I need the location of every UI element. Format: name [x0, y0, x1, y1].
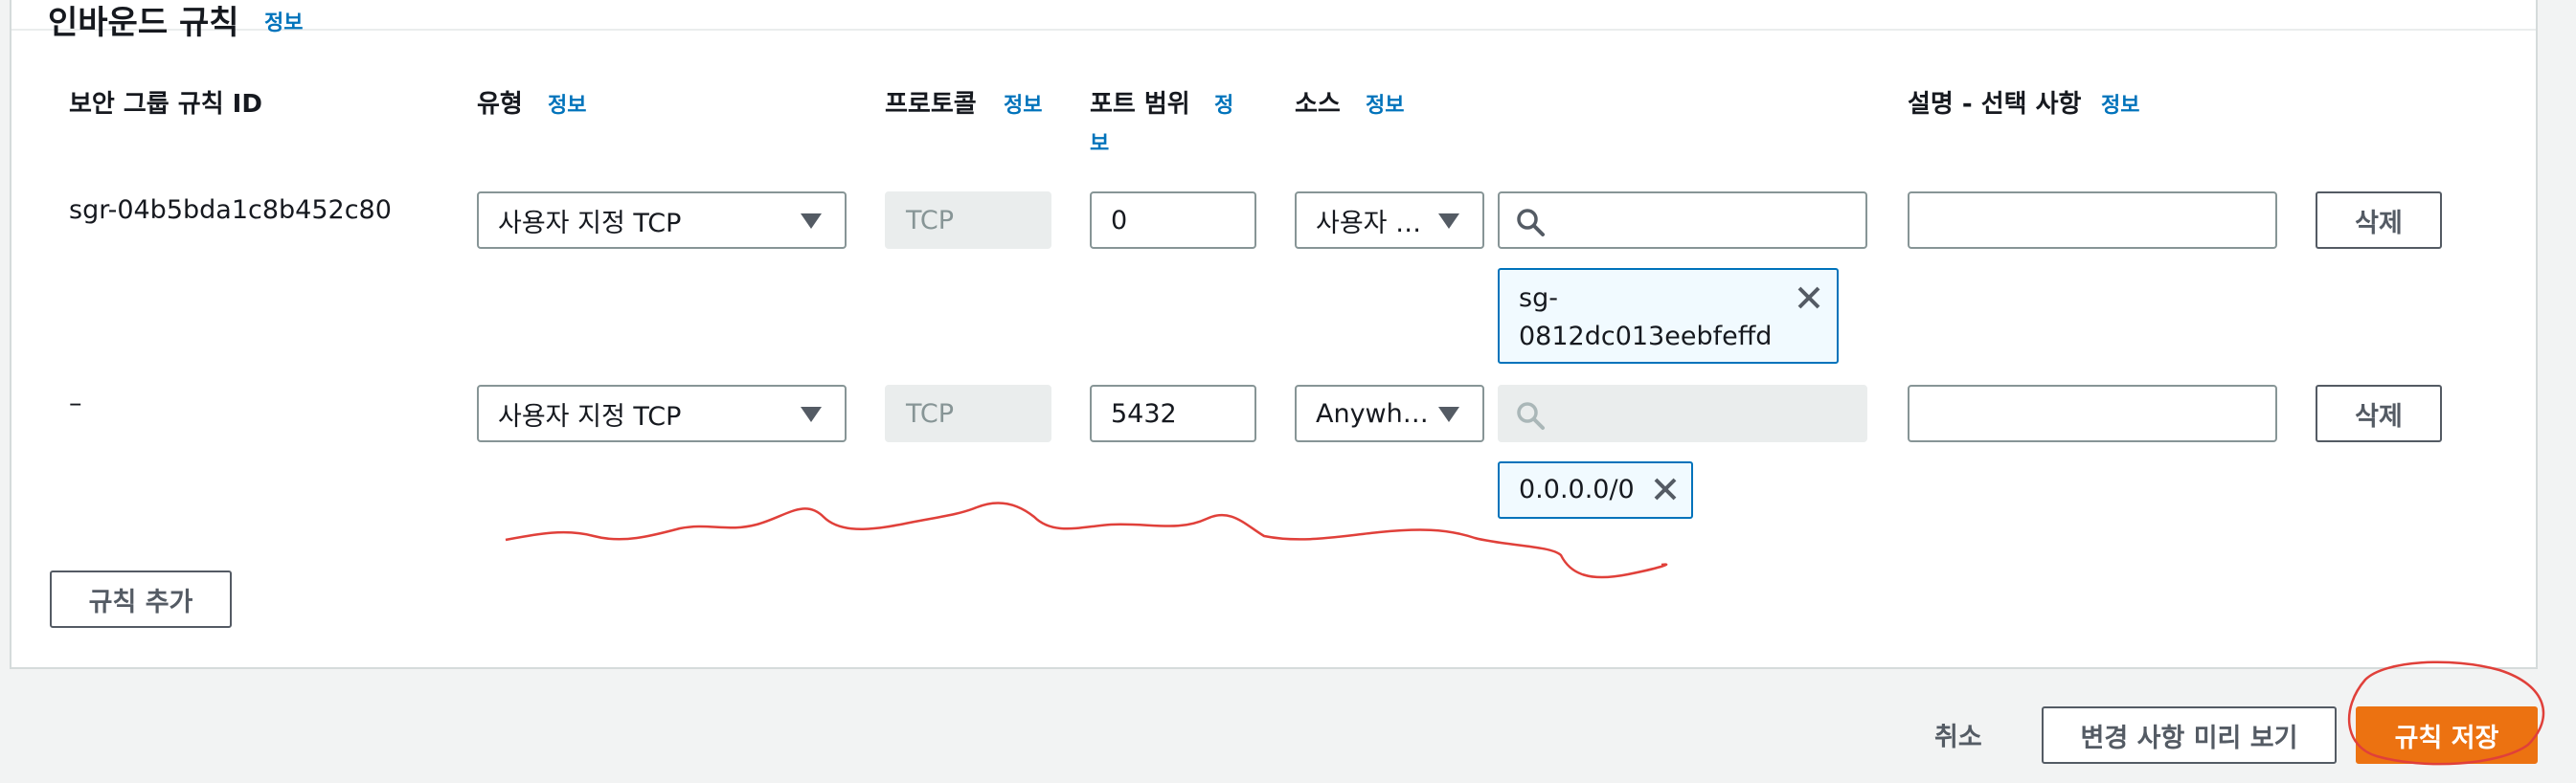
protocol-field: TCP: [885, 191, 1051, 249]
cancel-button[interactable]: 취소: [1934, 716, 1982, 753]
source-type-select[interactable]: Anywh…: [1295, 385, 1484, 442]
source-search-input: [1498, 385, 1867, 442]
protocol-field: TCP: [885, 385, 1051, 442]
rule-id: –: [69, 389, 82, 418]
inbound-rules-panel: 인바운드 규칙 정보 보안 그룹 규칙 ID 유형 정보 프로토콜 정보 포트 …: [10, 0, 2538, 669]
description-input[interactable]: [1908, 385, 2277, 442]
type-select-value: 사용자 지정 TCP: [498, 208, 682, 238]
remove-token-icon[interactable]: [1795, 283, 1823, 312]
preview-changes-button[interactable]: 변경 사항 미리 보기: [2042, 706, 2337, 764]
port-range-input[interactable]: 0: [1090, 191, 1256, 249]
col-port-info-link-2[interactable]: 보: [1090, 126, 1109, 157]
add-rule-button[interactable]: 규칙 추가: [50, 570, 232, 628]
port-range-value: 5432: [1111, 398, 1177, 429]
section-title: 인바운드 규칙: [48, 4, 239, 42]
caret-down-icon: [801, 407, 822, 422]
delete-rule-button[interactable]: 삭제: [2316, 385, 2442, 442]
delete-rule-button[interactable]: 삭제: [2316, 191, 2442, 249]
col-description: 설명 - 선택 사항: [1908, 90, 2082, 119]
col-source-info-link[interactable]: 정보: [1366, 88, 1404, 119]
rule-id: sgr-04b5bda1c8b452c80: [69, 195, 392, 225]
caret-down-icon: [1438, 407, 1459, 422]
token-text-line1: sg-: [1519, 283, 1558, 313]
save-rules-button[interactable]: 규칙 저장: [2356, 706, 2538, 764]
col-rule-id: 보안 그룹 규칙 ID: [69, 90, 262, 119]
type-select-value: 사용자 지정 TCP: [498, 401, 682, 432]
section-info-link[interactable]: 정보: [264, 6, 303, 36]
col-type: 유형: [477, 90, 523, 119]
caret-down-icon: [801, 213, 822, 229]
col-protocol: 프로토콜: [885, 90, 977, 119]
token-text-line2: 0812dc013eebfeffd: [1519, 322, 1773, 351]
source-type-value: Anywh…: [1316, 398, 1429, 429]
description-input[interactable]: [1908, 191, 2277, 249]
port-range-input[interactable]: 5432: [1090, 385, 1256, 442]
col-protocol-info-link[interactable]: 정보: [1004, 88, 1042, 119]
caret-down-icon: [1438, 213, 1459, 229]
panel-header: 인바운드 규칙 정보: [11, 0, 2536, 42]
source-token-sg: sg- 0812dc013eebfeffd: [1498, 268, 1839, 364]
type-select[interactable]: 사용자 지정 TCP: [477, 191, 847, 249]
search-icon: [1517, 209, 1545, 236]
source-type-select[interactable]: 사용자 …: [1295, 191, 1484, 249]
token-text: 0.0.0.0/0: [1519, 475, 1635, 504]
protocol-value: TCP: [906, 205, 955, 235]
col-type-info-link[interactable]: 정보: [548, 88, 586, 119]
col-description-info-link[interactable]: 정보: [2101, 88, 2139, 119]
col-port-range: 포트 범위: [1090, 90, 1190, 119]
source-search-input[interactable]: [1498, 191, 1867, 249]
source-type-value: 사용자 …: [1316, 208, 1422, 238]
port-range-value: 0: [1111, 205, 1128, 235]
col-source: 소스: [1295, 90, 1341, 119]
col-port-info-link-1[interactable]: 정: [1214, 88, 1233, 119]
search-icon: [1517, 402, 1545, 430]
remove-token-icon[interactable]: [1651, 475, 1680, 503]
type-select[interactable]: 사용자 지정 TCP: [477, 385, 847, 442]
protocol-value: TCP: [906, 398, 955, 429]
